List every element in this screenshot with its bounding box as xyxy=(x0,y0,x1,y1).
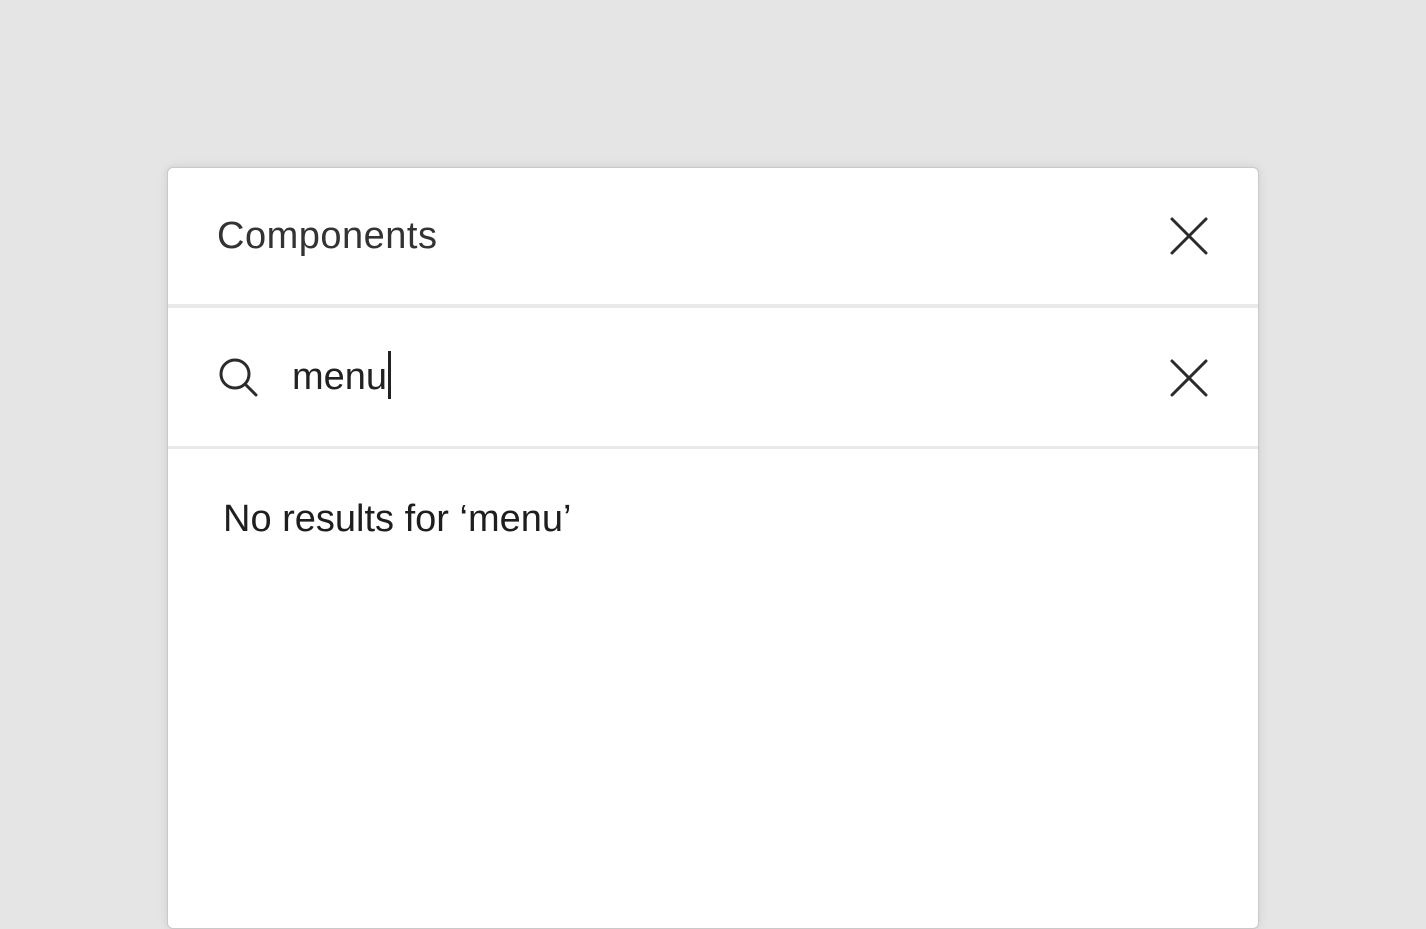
close-button[interactable] xyxy=(1167,214,1211,258)
no-results-message: No results for ‘menu’ xyxy=(223,498,572,540)
search-icon-wrap xyxy=(216,355,260,399)
panel-title: Components xyxy=(217,215,438,257)
search-icon xyxy=(219,358,258,397)
clear-icon xyxy=(1170,359,1208,397)
search-input-value: menu xyxy=(292,356,388,398)
panel-header: Components xyxy=(168,168,1258,308)
components-panel: Components menu No results for ‘menu’ xyxy=(167,167,1259,929)
search-input[interactable]: menu xyxy=(292,351,392,402)
clear-search-button[interactable] xyxy=(1167,356,1211,400)
text-caret xyxy=(388,351,392,399)
search-row: menu xyxy=(168,308,1258,449)
close-icon xyxy=(1170,217,1208,255)
